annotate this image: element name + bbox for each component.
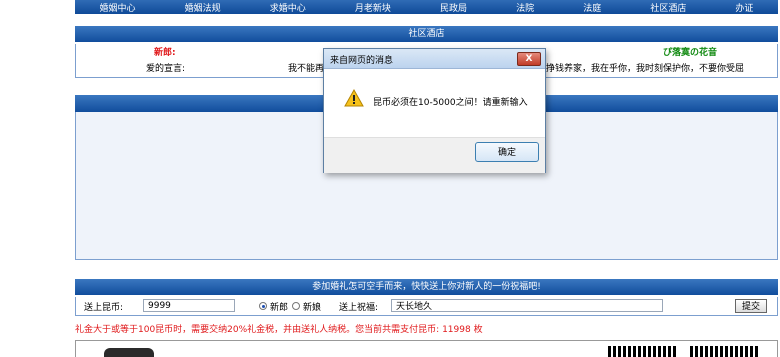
nav-item-court[interactable]: 法院 xyxy=(516,1,534,14)
nav-item-marriage-center[interactable]: 婚姻中心 xyxy=(100,1,136,14)
hotel-header: 社区酒店 xyxy=(75,26,778,42)
dialog-message: 昆币必须在10-5000之间！请重新输入 xyxy=(373,98,528,108)
vow-label: 爱的宣言: xyxy=(146,64,186,74)
qr-code-icon xyxy=(690,346,760,357)
tax-note: 礼金大于或等于100昆币时，需要交纳20%礼金税，并由送礼人纳税。您当前共需支付… xyxy=(75,325,483,335)
qr-code-icon xyxy=(608,346,678,357)
nav-item-marriage-laws[interactable]: 婚姻法规 xyxy=(185,1,221,14)
nav-item-matchmaker[interactable]: 月老新块 xyxy=(355,1,391,14)
top-navigation: 婚姻中心 婚姻法规 求婚中心 月老新块 民政局 法院 法庭 社区酒店 办证 xyxy=(75,0,778,14)
bride-radio[interactable] xyxy=(292,302,300,310)
gift-form: 送上昆币: 新郎 新娘 送上祝福: 提交 xyxy=(75,297,778,316)
nav-item-community-hotel[interactable]: 社区酒店 xyxy=(650,1,686,14)
nav-item-certificate[interactable]: 办证 xyxy=(735,1,753,14)
gift-header: 参加婚礼怎可空手而来，快快送上你对新人的一份祝福吧! xyxy=(75,279,778,295)
groom-radio[interactable] xyxy=(259,302,267,310)
nav-item-civil-affairs[interactable]: 民政局 xyxy=(440,1,467,14)
nav-item-proposal-center[interactable]: 求婚中心 xyxy=(270,1,306,14)
dialog-body: 昆币必须在10-5000之间！请重新输入 xyxy=(324,69,545,137)
vow-text-right: 挣钱养家，我在乎你，我时刻保护你，不要你受屈 xyxy=(546,64,745,74)
amount-label: 送上昆币: xyxy=(84,303,124,313)
alert-dialog: 来自网页的消息 X 昆币必须在10-5000之间！请重新输入 确定 xyxy=(323,48,546,173)
vow-text-left: 我不能再 xyxy=(288,64,325,74)
groom-label: 新郎: xyxy=(154,48,176,58)
bride-radio-label: 新娘 xyxy=(303,303,322,313)
nav-item-tribunal[interactable]: 法庭 xyxy=(583,1,601,14)
submit-button[interactable]: 提交 xyxy=(735,299,767,313)
ok-button[interactable]: 确定 xyxy=(475,142,539,162)
amount-input[interactable] xyxy=(143,299,235,312)
bride-name: ぴ落寞の花音 xyxy=(663,48,718,58)
dialog-title: 来自网页的消息 xyxy=(330,56,394,66)
phone-image xyxy=(104,348,154,357)
blessing-input[interactable] xyxy=(391,299,663,312)
blessing-label: 送上祝福: xyxy=(339,303,379,313)
close-button[interactable]: X xyxy=(517,52,541,66)
warning-icon xyxy=(344,89,364,107)
dialog-titlebar: 来自网页的消息 X xyxy=(324,49,545,69)
groom-radio-label: 新郎 xyxy=(270,303,289,313)
